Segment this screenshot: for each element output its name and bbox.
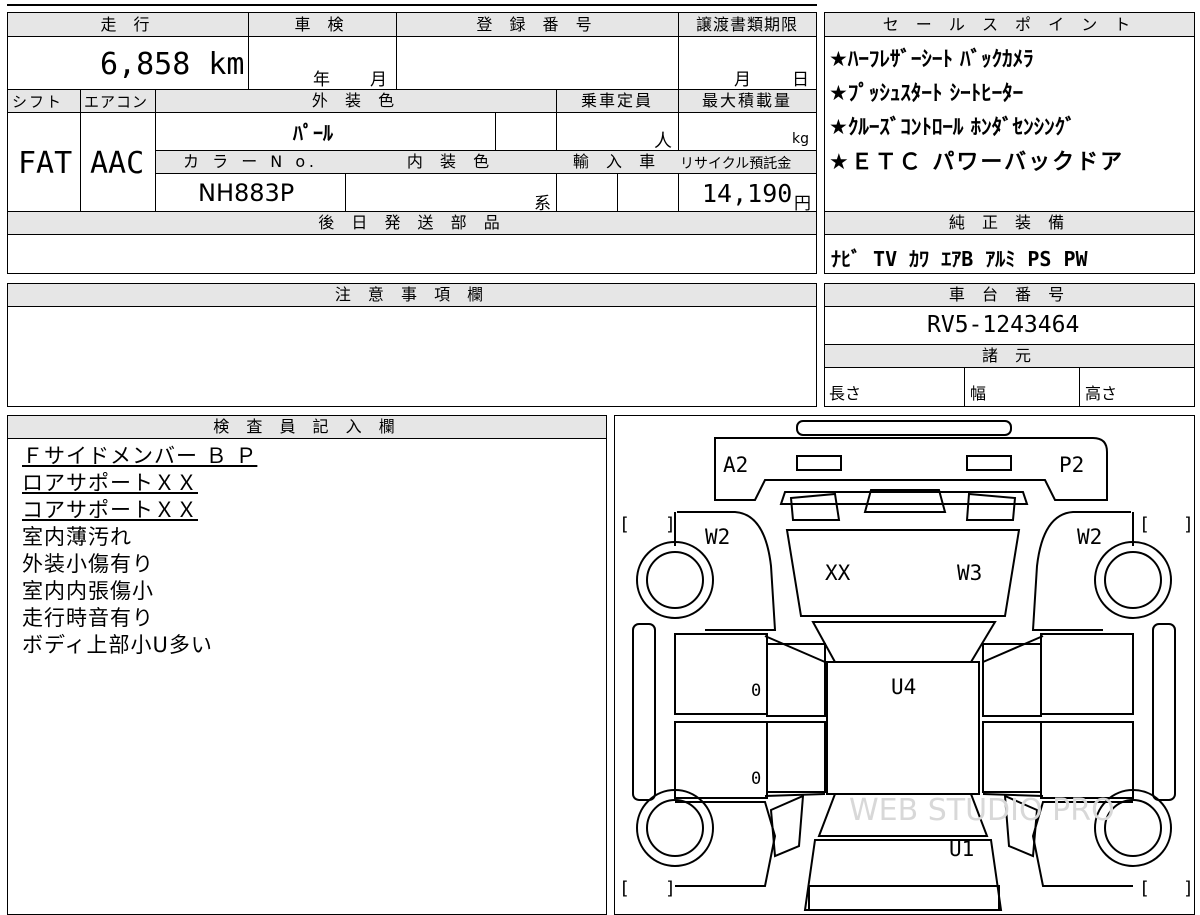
sales-point-item: ★ＥＴＣ パワーバックドア: [829, 150, 1125, 175]
mark-front-left: A2: [723, 453, 748, 477]
sales-point-item: ★ｸﾙｰｽﾞｺﾝﾄﾛｰﾙ ﾎﾝﾀﾞｾﾝｼﾝｸﾞ: [829, 115, 1076, 139]
inspector-line: 室内内張傷小: [22, 579, 154, 603]
inspector-line: 走行時音有り: [22, 606, 154, 630]
transfer-deadline-label: 譲渡書類期限: [695, 15, 798, 34]
inspector-line: Ｆサイドメンバー Ｂ Ｐ: [22, 444, 258, 468]
mark-hood-left: XX: [825, 561, 851, 585]
mark-rear: U1: [949, 837, 974, 861]
color-no-label: カ ラ ー N o.: [183, 152, 318, 171]
inspector-line: コアサポートＸＸ: [22, 498, 198, 522]
sales-point-item: ★ﾊｰﾌﾚｻﾞｰｼｰﾄ ﾊﾞｯｸｶﾒﾗ: [829, 47, 1034, 71]
sales-point-item: ★ﾌﾟｯｼｭｽﾀｰﾄ ｼｰﾄﾋｰﾀｰ: [829, 81, 1024, 105]
mileage-label: 走 行: [100, 15, 156, 34]
shift-value: FAT: [18, 146, 73, 181]
transfer-month: 月: [734, 70, 751, 90]
notes-box: 注 意 事 項 欄: [7, 283, 817, 407]
top-info-table: 走 行 車 検 登 録 番 号 譲渡書類期限 6,858 km 年 月 月 日 …: [7, 12, 817, 274]
ac-value: AAC: [90, 146, 145, 181]
svg-text:[: [: [619, 878, 630, 899]
dimensions-label: 諸 元: [981, 346, 1038, 365]
inspector-line: 外装小傷有り: [22, 552, 154, 576]
car-diagram: [] [] [] [] A2 P2 W2 W2 XX W3 U4 U1 0 0 …: [619, 420, 1194, 911]
svg-text:[: [: [1139, 878, 1150, 899]
recycle-value: 14,190: [702, 179, 793, 208]
mark-roof: U4: [891, 675, 916, 699]
svg-text:[: [: [619, 514, 630, 535]
inspector-line: ボディ上部小U多い: [22, 633, 213, 657]
registration-label: 登 録 番 号: [476, 15, 598, 34]
interior-color-label: 内 装 色: [406, 152, 496, 171]
mark-hood-right: W3: [957, 561, 982, 585]
mark-left-rear-door: 0: [751, 769, 761, 789]
genuine-equipment-label: 純 正 装 備: [948, 213, 1071, 232]
inspector-line: ロアサポートＸＸ: [22, 471, 198, 495]
color-no-value: NH883P: [198, 179, 295, 207]
ac-label: エアコン: [84, 93, 149, 111]
height-label: 高さ: [1085, 384, 1118, 403]
inspector-box: 検 査 員 記 入 欄 Ｆサイドメンバー Ｂ Ｐ ロアサポートＸＸ コアサポートＸＸ…: [7, 415, 607, 915]
mark-left-front-door: 0: [751, 681, 761, 701]
mark-right-fender: W2: [1077, 525, 1102, 549]
width-label: 幅: [970, 384, 987, 403]
later-parts-label: 後 日 発 送 部 品: [318, 213, 506, 232]
shaken-year: 年: [313, 70, 330, 90]
transfer-day: 日: [792, 70, 809, 90]
import-label: 輸 入 車: [572, 152, 662, 171]
sales-points-box: セ ー ル ス ポ イ ン ト ★ﾊｰﾌﾚｻﾞｰｼｰﾄ ﾊﾞｯｸｶﾒﾗ ★ﾌﾟｯ…: [824, 12, 1195, 274]
genuine-equipment-value: ﾅﾋﾞ TV ｶﾜ ｴｱB ｱﾙﾐ PS PW: [831, 247, 1088, 271]
watermark: WEB STUDIO PRO: [849, 793, 1115, 828]
chassis-box: 車 台 番 号 RV5-1243464 諸 元 長さ 幅 高さ: [824, 283, 1195, 407]
notes-label: 注 意 事 項 欄: [334, 285, 490, 304]
mark-left-fender: W2: [705, 525, 730, 549]
shaken-label: 車 検: [294, 15, 350, 34]
length-label: 長さ: [829, 384, 862, 403]
sales-points-label: セ ー ル ス ポ イ ン ト: [882, 15, 1137, 34]
inspector-label: 検 査 員 記 入 欄: [213, 417, 401, 436]
max-load-label: 最大積載量: [701, 91, 792, 110]
inspector-line: 室内薄汚れ: [22, 525, 132, 549]
svg-text:]: ]: [1183, 878, 1194, 899]
exterior-color-value: ﾊﾟｰﾙ: [293, 121, 333, 145]
shift-label: シフト: [12, 93, 64, 111]
recycle-label: リサイクル預託金: [680, 156, 792, 172]
mileage-value: 6,858 km: [100, 47, 245, 82]
chassis-label: 車 台 番 号: [948, 285, 1071, 304]
shaken-month: 月: [370, 70, 387, 90]
mark-front-right: P2: [1059, 453, 1084, 477]
svg-text:]: ]: [665, 514, 676, 535]
svg-text:]: ]: [665, 878, 676, 899]
exterior-color-label: 外 装 色: [311, 91, 401, 110]
chassis-number: RV5-1243464: [927, 312, 1080, 338]
car-diagram-box: [] [] [] [] A2 P2 W2 W2 XX W3 U4 U1 0 0 …: [614, 415, 1195, 915]
max-load-unit: kg: [792, 131, 809, 147]
capacity-label: 乗車定員: [580, 91, 653, 110]
svg-text:]: ]: [1183, 514, 1194, 535]
svg-text:[: [: [1139, 514, 1150, 535]
